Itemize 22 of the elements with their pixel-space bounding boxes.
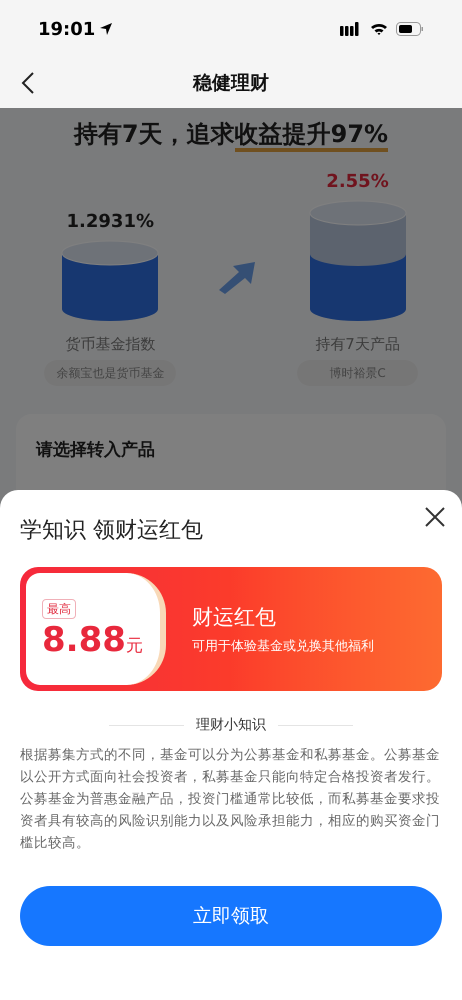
tips-paragraph: 根据募集方式的不同，基金可以分为公募基金和私募基金。公募基金以公开方式面向社会投资者，私募基金只能向特定合格投资者发行。公募基金为普惠金融产品，投资门槛通常比较低，而私募基金要求投资者具有较高的风险识别能力以及风险承担能力，相应的购买资金门槛比较高。 [20,746,441,853]
coupon-unit: 元 [126,634,143,658]
section-title: 请选择转入产品 [36,440,155,460]
status-time: 19:01 [38,18,96,42]
cylinder-label: 货币基金指数 [65,334,156,355]
rate-value: 2.55% [326,170,389,194]
cylinder-label: 持有7天产品 [315,334,400,355]
coupon-name: 财运红包 [192,604,277,630]
max-badge: 最高 [42,598,76,619]
headline: 持有7天，追求收益提升97% [74,116,388,152]
location-arrow-icon [99,22,114,36]
wifi-icon [370,22,388,36]
close-button[interactable] [424,506,446,528]
page-title: 稳健理财 [193,70,269,96]
rate-value: 1.2931% [66,210,154,234]
coupon-description: 可用于体验基金或兑换其他福利 [192,638,374,656]
sheet-title: 学知识 领财运红包 [20,517,203,545]
tips-title: 理财小知识 [196,716,266,735]
claim-button[interactable]: 立即领取 [20,886,442,946]
arrow-icon [216,260,257,296]
coupon-amount: 8.88 [42,622,126,657]
battery-icon [396,22,424,36]
